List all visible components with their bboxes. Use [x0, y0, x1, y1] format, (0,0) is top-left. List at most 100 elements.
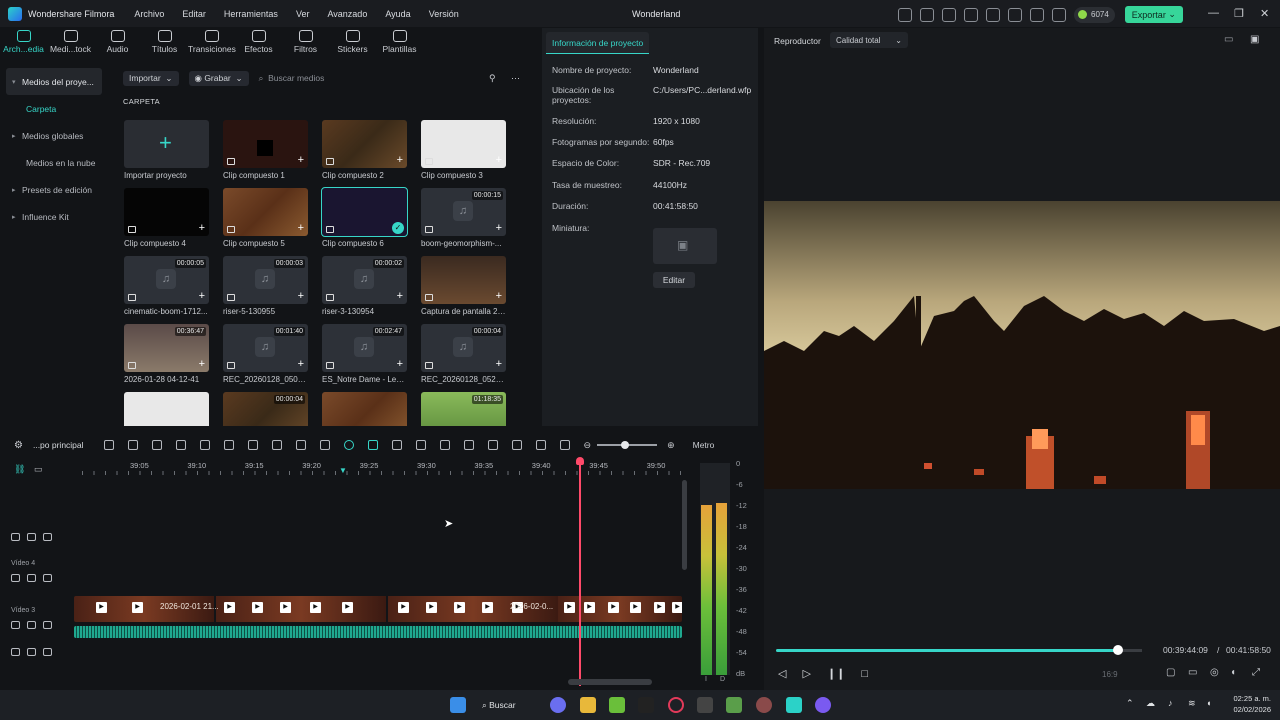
- lock-icon[interactable]: [11, 574, 20, 582]
- zoom-slider[interactable]: [597, 441, 658, 449]
- grid-icon[interactable]: [103, 440, 114, 450]
- timeline-clip[interactable]: [216, 596, 386, 622]
- edit-thumbnail-button[interactable]: Editar: [653, 272, 695, 288]
- sidebar-item-cloud-media[interactable]: Medios en la nube: [6, 149, 102, 176]
- sidebar-item-folder[interactable]: Carpeta: [6, 95, 102, 122]
- media-card[interactable]: ♫ +00:01:40 REC_20260128_050657: [223, 324, 308, 384]
- aspect-ratio[interactable]: 16:9: [1102, 670, 1118, 679]
- menu-archivo[interactable]: Archivo: [134, 9, 164, 19]
- lock-icon[interactable]: [11, 621, 20, 629]
- mic-tray-icon[interactable]: ♪: [1168, 698, 1173, 708]
- minecraft-icon[interactable]: [609, 697, 625, 713]
- minimize-icon[interactable]: —: [1208, 7, 1219, 19]
- tiktok-icon[interactable]: [638, 697, 654, 713]
- media-card[interactable]: ♫ +00:00:15 boom-geomorphism-...: [421, 188, 506, 248]
- media-card[interactable]: +01:18:35: [421, 392, 506, 426]
- capcut-icon[interactable]: [697, 697, 713, 713]
- sequence-selector[interactable]: ...po principal: [33, 440, 84, 450]
- sidebar-item-global-media[interactable]: ▸ Medios globales: [6, 122, 102, 149]
- discord-icon[interactable]: [815, 697, 831, 713]
- link-icon[interactable]: [295, 440, 306, 450]
- media-thumbnail[interactable]: ♫ +00:00:05: [124, 256, 209, 304]
- media-card[interactable]: + Clip compuesto 2: [322, 120, 407, 180]
- add-to-timeline-icon[interactable]: +: [298, 358, 304, 370]
- eye-icon[interactable]: [43, 621, 52, 629]
- vertical-scrollbar[interactable]: [682, 480, 687, 570]
- redo-icon[interactable]: [175, 440, 186, 450]
- taskbar-search[interactable]: ⌕ Buscar: [482, 697, 516, 713]
- media-card[interactable]: +00:00:04: [223, 392, 308, 426]
- tab-titulos[interactable]: Títulos: [141, 27, 188, 64]
- copilot-icon[interactable]: [550, 697, 566, 713]
- speed-icon[interactable]: [439, 440, 450, 450]
- settings-icon[interactable]: ⚙: [14, 440, 23, 451]
- headset-icon[interactable]: [1052, 7, 1066, 22]
- audio-icon[interactable]: [27, 621, 36, 629]
- media-thumbnail[interactable]: +: [421, 256, 506, 304]
- add-to-timeline-icon[interactable]: +: [397, 154, 403, 166]
- record-dropdown[interactable]: ◉ Grabar ⌄: [188, 70, 249, 86]
- add-to-timeline-icon[interactable]: +: [397, 358, 403, 370]
- restore-icon[interactable]: ❐: [1234, 7, 1244, 20]
- zoom-in-icon[interactable]: ⊕: [667, 440, 675, 451]
- tab-plantillas[interactable]: Plantillas: [376, 27, 423, 64]
- ai-icon[interactable]: [415, 440, 426, 450]
- progress-handle[interactable]: [1113, 645, 1124, 655]
- playhead-handle[interactable]: [576, 457, 584, 465]
- file-explorer-icon[interactable]: [580, 697, 596, 713]
- filter-icon[interactable]: ⚲: [489, 73, 496, 84]
- settings-icon[interactable]: [1030, 7, 1044, 22]
- select-icon[interactable]: [127, 440, 138, 450]
- timeline-scrollbar[interactable]: [568, 679, 652, 685]
- media-thumbnail[interactable]: ♫ +00:00:15: [421, 188, 506, 236]
- play-icon[interactable]: ▷: [802, 667, 810, 680]
- zoom-out-icon[interactable]: ⊖: [584, 440, 592, 451]
- media-thumbnail[interactable]: ♫ +00:02:47: [322, 324, 407, 372]
- snap-icon[interactable]: [343, 440, 354, 450]
- tab-media-stock[interactable]: Medi...tock: [47, 27, 94, 64]
- media-thumbnail[interactable]: +: [322, 120, 407, 168]
- add-to-timeline-icon[interactable]: +: [199, 290, 205, 302]
- zoom-handle[interactable]: [621, 441, 630, 449]
- gift-icon[interactable]: [898, 7, 912, 22]
- send-icon[interactable]: [920, 7, 934, 22]
- media-thumbnail[interactable]: +: [124, 392, 209, 426]
- media-thumbnail[interactable]: +: [223, 188, 308, 236]
- add-to-timeline-icon[interactable]: +: [397, 290, 403, 302]
- prev-frame-icon[interactable]: ◁: [778, 667, 786, 680]
- add-to-timeline-icon[interactable]: +: [496, 154, 502, 166]
- tab-project-info[interactable]: Información de proyecto: [546, 32, 650, 54]
- add-to-timeline-icon[interactable]: +: [199, 358, 205, 370]
- media-thumbnail[interactable]: ♫ +00:01:40: [223, 324, 308, 372]
- mic-icon[interactable]: [487, 440, 498, 450]
- media-thumbnail[interactable]: ✓: [321, 187, 408, 237]
- media-thumbnail[interactable]: +: [223, 120, 308, 168]
- add-to-timeline-icon[interactable]: +: [298, 290, 304, 302]
- monitor-icon[interactable]: [942, 7, 956, 22]
- media-card[interactable]: ✓ Clip compuesto 6: [321, 187, 408, 248]
- pause-icon[interactable]: ❙❙: [827, 667, 845, 680]
- shield-icon[interactable]: [463, 440, 474, 450]
- ripple-icon[interactable]: [367, 440, 378, 450]
- taskbar-clock[interactable]: 02:25 a. m. 02/02/2026: [1227, 693, 1271, 715]
- stop-icon[interactable]: □: [861, 668, 868, 680]
- tab-efectos[interactable]: Efectos: [235, 27, 282, 64]
- add-to-timeline-icon[interactable]: +: [298, 222, 304, 234]
- media-thumbnail[interactable]: +00:00:04: [223, 392, 308, 426]
- lock-icon[interactable]: [11, 648, 20, 656]
- expand-icon[interactable]: ⤢: [1252, 667, 1260, 678]
- media-thumbnail[interactable]: +: [124, 120, 209, 168]
- mixer-icon[interactable]: [511, 440, 522, 450]
- quality-dropdown[interactable]: Calidad total ⌄: [830, 32, 908, 48]
- tray-chevron-icon[interactable]: ⌃: [1126, 698, 1134, 709]
- import-dropdown[interactable]: Importar ⌄: [123, 70, 179, 86]
- media-card[interactable]: ♫ +00:00:04 REC_20260128_052727: [421, 324, 506, 384]
- cloud-icon[interactable]: [1008, 7, 1022, 22]
- more-icon[interactable]: ⋯: [511, 73, 520, 84]
- add-to-timeline-icon[interactable]: +: [496, 290, 502, 302]
- media-card[interactable]: ♫ +00:00:03 riser-5-130955: [223, 256, 308, 316]
- lock-icon[interactable]: [11, 533, 20, 541]
- media-card[interactable]: + Captura de pantalla 20...: [421, 256, 506, 316]
- add-to-timeline-icon[interactable]: +: [496, 222, 502, 234]
- caption-icon[interactable]: [559, 440, 570, 450]
